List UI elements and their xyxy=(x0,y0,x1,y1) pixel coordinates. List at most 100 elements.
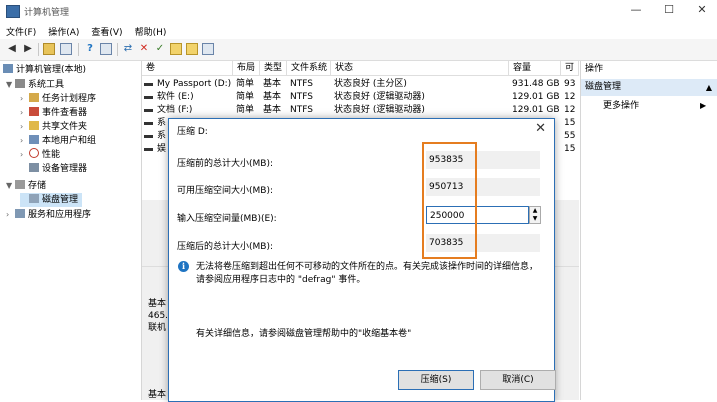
toolbar: ◀ ▶ ? ⇄ ✕ ✓ xyxy=(0,39,717,61)
tree-local-users-label: 本地用户和组 xyxy=(42,136,97,146)
cell-free: 12 xyxy=(564,92,576,102)
tree-local-users[interactable]: › 本地用户和组 xyxy=(20,134,96,148)
chevron-down-icon: ▼ xyxy=(6,80,13,89)
delete-icon[interactable]: ✕ xyxy=(138,43,150,55)
tree-task-scheduler-label: 任务计划程序 xyxy=(42,94,97,104)
column-header-free[interactable]: 可 xyxy=(561,61,579,76)
tools-icon xyxy=(15,79,25,88)
tree-root[interactable]: 计算机管理(本地) xyxy=(3,63,86,77)
tree-task-scheduler[interactable]: › 任务计划程序 xyxy=(20,92,96,106)
tree-event-viewer[interactable]: › 事件查看器 xyxy=(20,106,87,120)
forward-icon[interactable]: ▶ xyxy=(22,43,34,55)
back-icon[interactable]: ◀ xyxy=(6,43,18,55)
menu-help[interactable]: 帮助(H) xyxy=(129,22,173,38)
total-before-label: 压缩前的总计大小(MB): xyxy=(177,159,273,169)
cell-layout: 简单 xyxy=(236,105,255,115)
connect-icon[interactable]: ⇄ xyxy=(122,43,134,55)
more-actions-label: 更多操作 xyxy=(603,101,640,111)
cell-filesystem: NTFS xyxy=(290,79,313,89)
tree-services-apps[interactable]: › 服务和应用程序 xyxy=(6,208,91,222)
tree-performance[interactable]: › 性能 xyxy=(20,148,60,162)
info-icon: i xyxy=(178,261,189,272)
clock-icon xyxy=(29,93,39,102)
help-icon[interactable]: ? xyxy=(84,43,96,55)
shrink-button[interactable]: 压缩(S) xyxy=(398,370,474,390)
table-row[interactable]: My Passport (D:) 简单 基本 NTFS 状态良好 (主分区) 9… xyxy=(142,78,579,91)
chevron-right-icon: › xyxy=(20,150,24,159)
actions-panel: 操作 磁盘管理 ▲ 更多操作 ▶ xyxy=(580,61,717,400)
tree-system-tools[interactable]: ▼ 系统工具 xyxy=(6,78,64,92)
maximize-button[interactable]: ☐ xyxy=(659,3,679,17)
more-actions[interactable]: 更多操作 ▶ xyxy=(603,99,706,113)
highlight-box xyxy=(422,142,477,259)
cell-type: 基本 xyxy=(263,92,282,102)
tree-system-tools-label: 系统工具 xyxy=(28,80,65,90)
navigation-tree: 计算机管理(本地) ▼ 系统工具 › 任务计划程序 › 事件查看器 › 共享文件夹 › 本… xyxy=(0,61,142,400)
up-folder-icon[interactable] xyxy=(43,43,55,55)
search-icon[interactable] xyxy=(186,43,198,55)
close-button[interactable]: ✕ xyxy=(692,3,712,17)
services-icon xyxy=(15,209,25,218)
column-header-filesystem[interactable]: 文件系统 xyxy=(287,61,331,76)
collapse-icon: ▲ xyxy=(705,83,712,92)
disk-type-label: 基本 xyxy=(148,299,167,309)
tree-storage-label: 存储 xyxy=(28,181,47,191)
menu-view[interactable]: 查看(V) xyxy=(85,22,128,38)
chevron-right-icon: › xyxy=(20,122,24,131)
title-bar: 计算机管理 — ☐ ✕ xyxy=(0,0,717,23)
available-shrink-label: 可用压缩空间大小(MB): xyxy=(177,186,273,196)
window-title: 计算机管理 xyxy=(24,8,70,18)
column-header-status[interactable]: 状态 xyxy=(331,61,509,76)
disk-icon xyxy=(29,194,39,203)
chevron-right-icon: ▶ xyxy=(700,101,707,110)
table-row[interactable]: 文档 (F:) 简单 基本 NTFS 状态良好 (逻辑驱动器) 129.01 G… xyxy=(142,104,579,117)
cell-volume: 系 xyxy=(157,118,167,128)
tree-shared-folders-label: 共享文件夹 xyxy=(42,122,88,132)
table-row[interactable]: 软件 (E:) 简单 基本 NTFS 状态良好 (逻辑驱动器) 129.01 G… xyxy=(142,91,579,104)
tree-shared-folders[interactable]: › 共享文件夹 xyxy=(20,120,87,134)
cell-capacity: 129.01 GB xyxy=(512,105,560,115)
properties-icon[interactable] xyxy=(100,43,112,55)
cancel-button[interactable]: 取消(C) xyxy=(480,370,556,390)
dialog-close-icon[interactable]: ✕ xyxy=(535,121,546,136)
tree-disk-management[interactable]: 磁盘管理 xyxy=(20,193,83,207)
tree-performance-label: 性能 xyxy=(42,150,61,160)
cell-filesystem: NTFS xyxy=(290,105,313,115)
cell-capacity: 129.01 GB xyxy=(512,92,560,102)
tree-storage[interactable]: ▼ 存储 xyxy=(6,179,46,193)
cell-volume: 软件 (E:) xyxy=(157,92,194,102)
show-hide-tree-icon[interactable] xyxy=(60,43,72,55)
cell-type: 基本 xyxy=(263,105,282,115)
shrink-amount-stepper[interactable]: ▲ ▼ xyxy=(529,206,541,224)
cell-capacity: 931.48 GB xyxy=(512,79,560,89)
chevron-right-icon: › xyxy=(6,210,10,219)
disk-status-label: 联机 xyxy=(148,323,167,333)
cell-free: 12 xyxy=(564,105,576,115)
column-header-volume[interactable]: 卷 xyxy=(142,61,233,76)
chevron-right-icon: › xyxy=(20,94,24,103)
column-header-type[interactable]: 类型 xyxy=(260,61,287,76)
settings-icon[interactable] xyxy=(202,43,214,55)
device-icon xyxy=(29,163,39,172)
users-icon xyxy=(29,135,39,144)
actions-section-label: 磁盘管理 xyxy=(585,82,622,92)
check-icon[interactable]: ✓ xyxy=(154,43,166,55)
column-header-layout[interactable]: 布局 xyxy=(233,61,260,76)
tree-device-manager[interactable]: 设备管理器 xyxy=(29,162,87,176)
menu-file[interactable]: 文件(F) xyxy=(0,22,42,38)
tree-root-label: 计算机管理(本地) xyxy=(16,65,87,75)
minimize-button[interactable]: — xyxy=(626,3,646,17)
chevron-down-icon: ▼ xyxy=(6,181,13,190)
cell-volume: 娱 xyxy=(157,144,167,154)
menu-action[interactable]: 操作(A) xyxy=(42,22,85,38)
performance-icon xyxy=(29,148,39,158)
column-header-capacity[interactable]: 容量 xyxy=(509,61,561,76)
computer-icon xyxy=(3,64,13,73)
actions-section-disk-management[interactable]: 磁盘管理 ▲ xyxy=(581,79,717,96)
cell-status: 状态良好 (主分区) xyxy=(334,79,407,89)
event-icon xyxy=(29,107,39,116)
cell-free: 55 xyxy=(564,131,576,141)
cell-layout: 简单 xyxy=(236,79,255,89)
menu-bar: 文件(F) 操作(A) 查看(V) 帮助(H) xyxy=(0,22,717,39)
open-icon[interactable] xyxy=(170,43,182,55)
